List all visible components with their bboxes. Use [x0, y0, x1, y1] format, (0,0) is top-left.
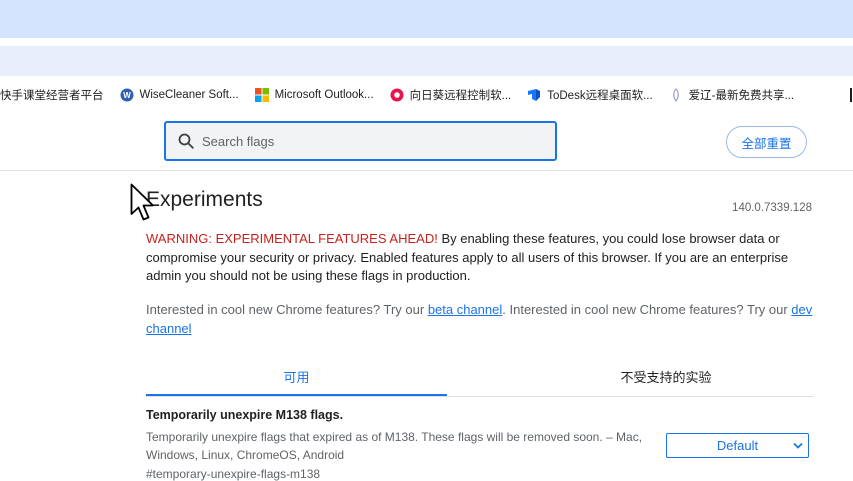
bookmark-label: 向日葵远程控制软...	[409, 90, 512, 102]
sunlogin-icon	[390, 88, 404, 102]
search-flags-box[interactable]	[164, 121, 557, 161]
intro-text-2: . Interested in cool new Chrome features…	[502, 302, 792, 317]
bookmark-sunlogin[interactable]: 向日葵远程控制软...	[390, 87, 512, 103]
tab-unavailable[interactable]: 不受支持的实验	[516, 358, 816, 394]
aiyou-icon	[669, 88, 683, 103]
mouse-cursor-icon	[130, 183, 154, 221]
bookmarks-bar: 快手课堂经营者平台 W WiseCleaner Soft... Microsof…	[0, 76, 853, 115]
flag-select-value: Default	[716, 438, 759, 453]
beta-channel-link[interactable]: beta channel	[428, 302, 502, 317]
warning-heading: WARNING: EXPERIMENTAL FEATURES AHEAD!	[146, 231, 438, 246]
reset-all-button[interactable]: 全部重置	[726, 126, 807, 158]
svg-text:W: W	[123, 91, 131, 100]
browser-tab-strip	[0, 0, 853, 38]
todesk-icon	[527, 88, 541, 102]
microsoft-icon	[254, 88, 269, 102]
search-icon	[178, 133, 194, 149]
bookmarks-overflow-divider	[850, 88, 852, 102]
bookmark-label: ToDesk远程桌面软...	[547, 90, 653, 102]
warning-message: WARNING: EXPERIMENTAL FEATURES AHEAD! By…	[146, 230, 814, 286]
flag-title: Temporarily unexpire M138 flags.	[146, 408, 344, 422]
chevron-down-icon	[793, 442, 803, 449]
page-title: Experiments	[146, 188, 263, 211]
bookmark-wisecleaner[interactable]: W WiseCleaner Soft...	[120, 88, 239, 102]
flag-description: Temporarily unexpire flags that expired …	[146, 430, 643, 462]
bookmark-label: WiseCleaner Soft...	[139, 89, 239, 101]
wisecleaner-icon: W	[120, 88, 134, 102]
browser-toolbar	[0, 38, 853, 46]
bookmark-label: 爱辽-最新免费共享...	[688, 90, 795, 102]
intro-text-1: Interested in cool new Chrome features? …	[146, 302, 428, 317]
bookmark-outlook[interactable]: Microsoft Outlook...	[254, 88, 374, 102]
bookmark-kuaishou[interactable]: 快手课堂经营者平台	[0, 87, 104, 103]
flag-state-select[interactable]: Default	[666, 433, 809, 458]
channel-intro: Interested in cool new Chrome features? …	[146, 301, 814, 338]
bookmark-todesk[interactable]: ToDesk远程桌面软...	[527, 87, 653, 103]
version-number: 140.0.7339.128	[732, 202, 812, 214]
bookmark-label: Microsoft Outlook...	[274, 89, 374, 101]
search-input[interactable]	[202, 133, 522, 149]
flag-id-link[interactable]: #temporary-unexpire-flags-m138	[146, 467, 320, 481]
tab-available[interactable]: 可用	[146, 358, 447, 396]
bookmark-aiyou[interactable]: 爱辽-最新免费共享...	[669, 87, 794, 103]
bookmark-label: 快手课堂经营者平台	[0, 90, 104, 102]
browser-address-bar-area	[0, 46, 853, 76]
flags-tabs: 可用 不受支持的实验	[146, 358, 814, 397]
